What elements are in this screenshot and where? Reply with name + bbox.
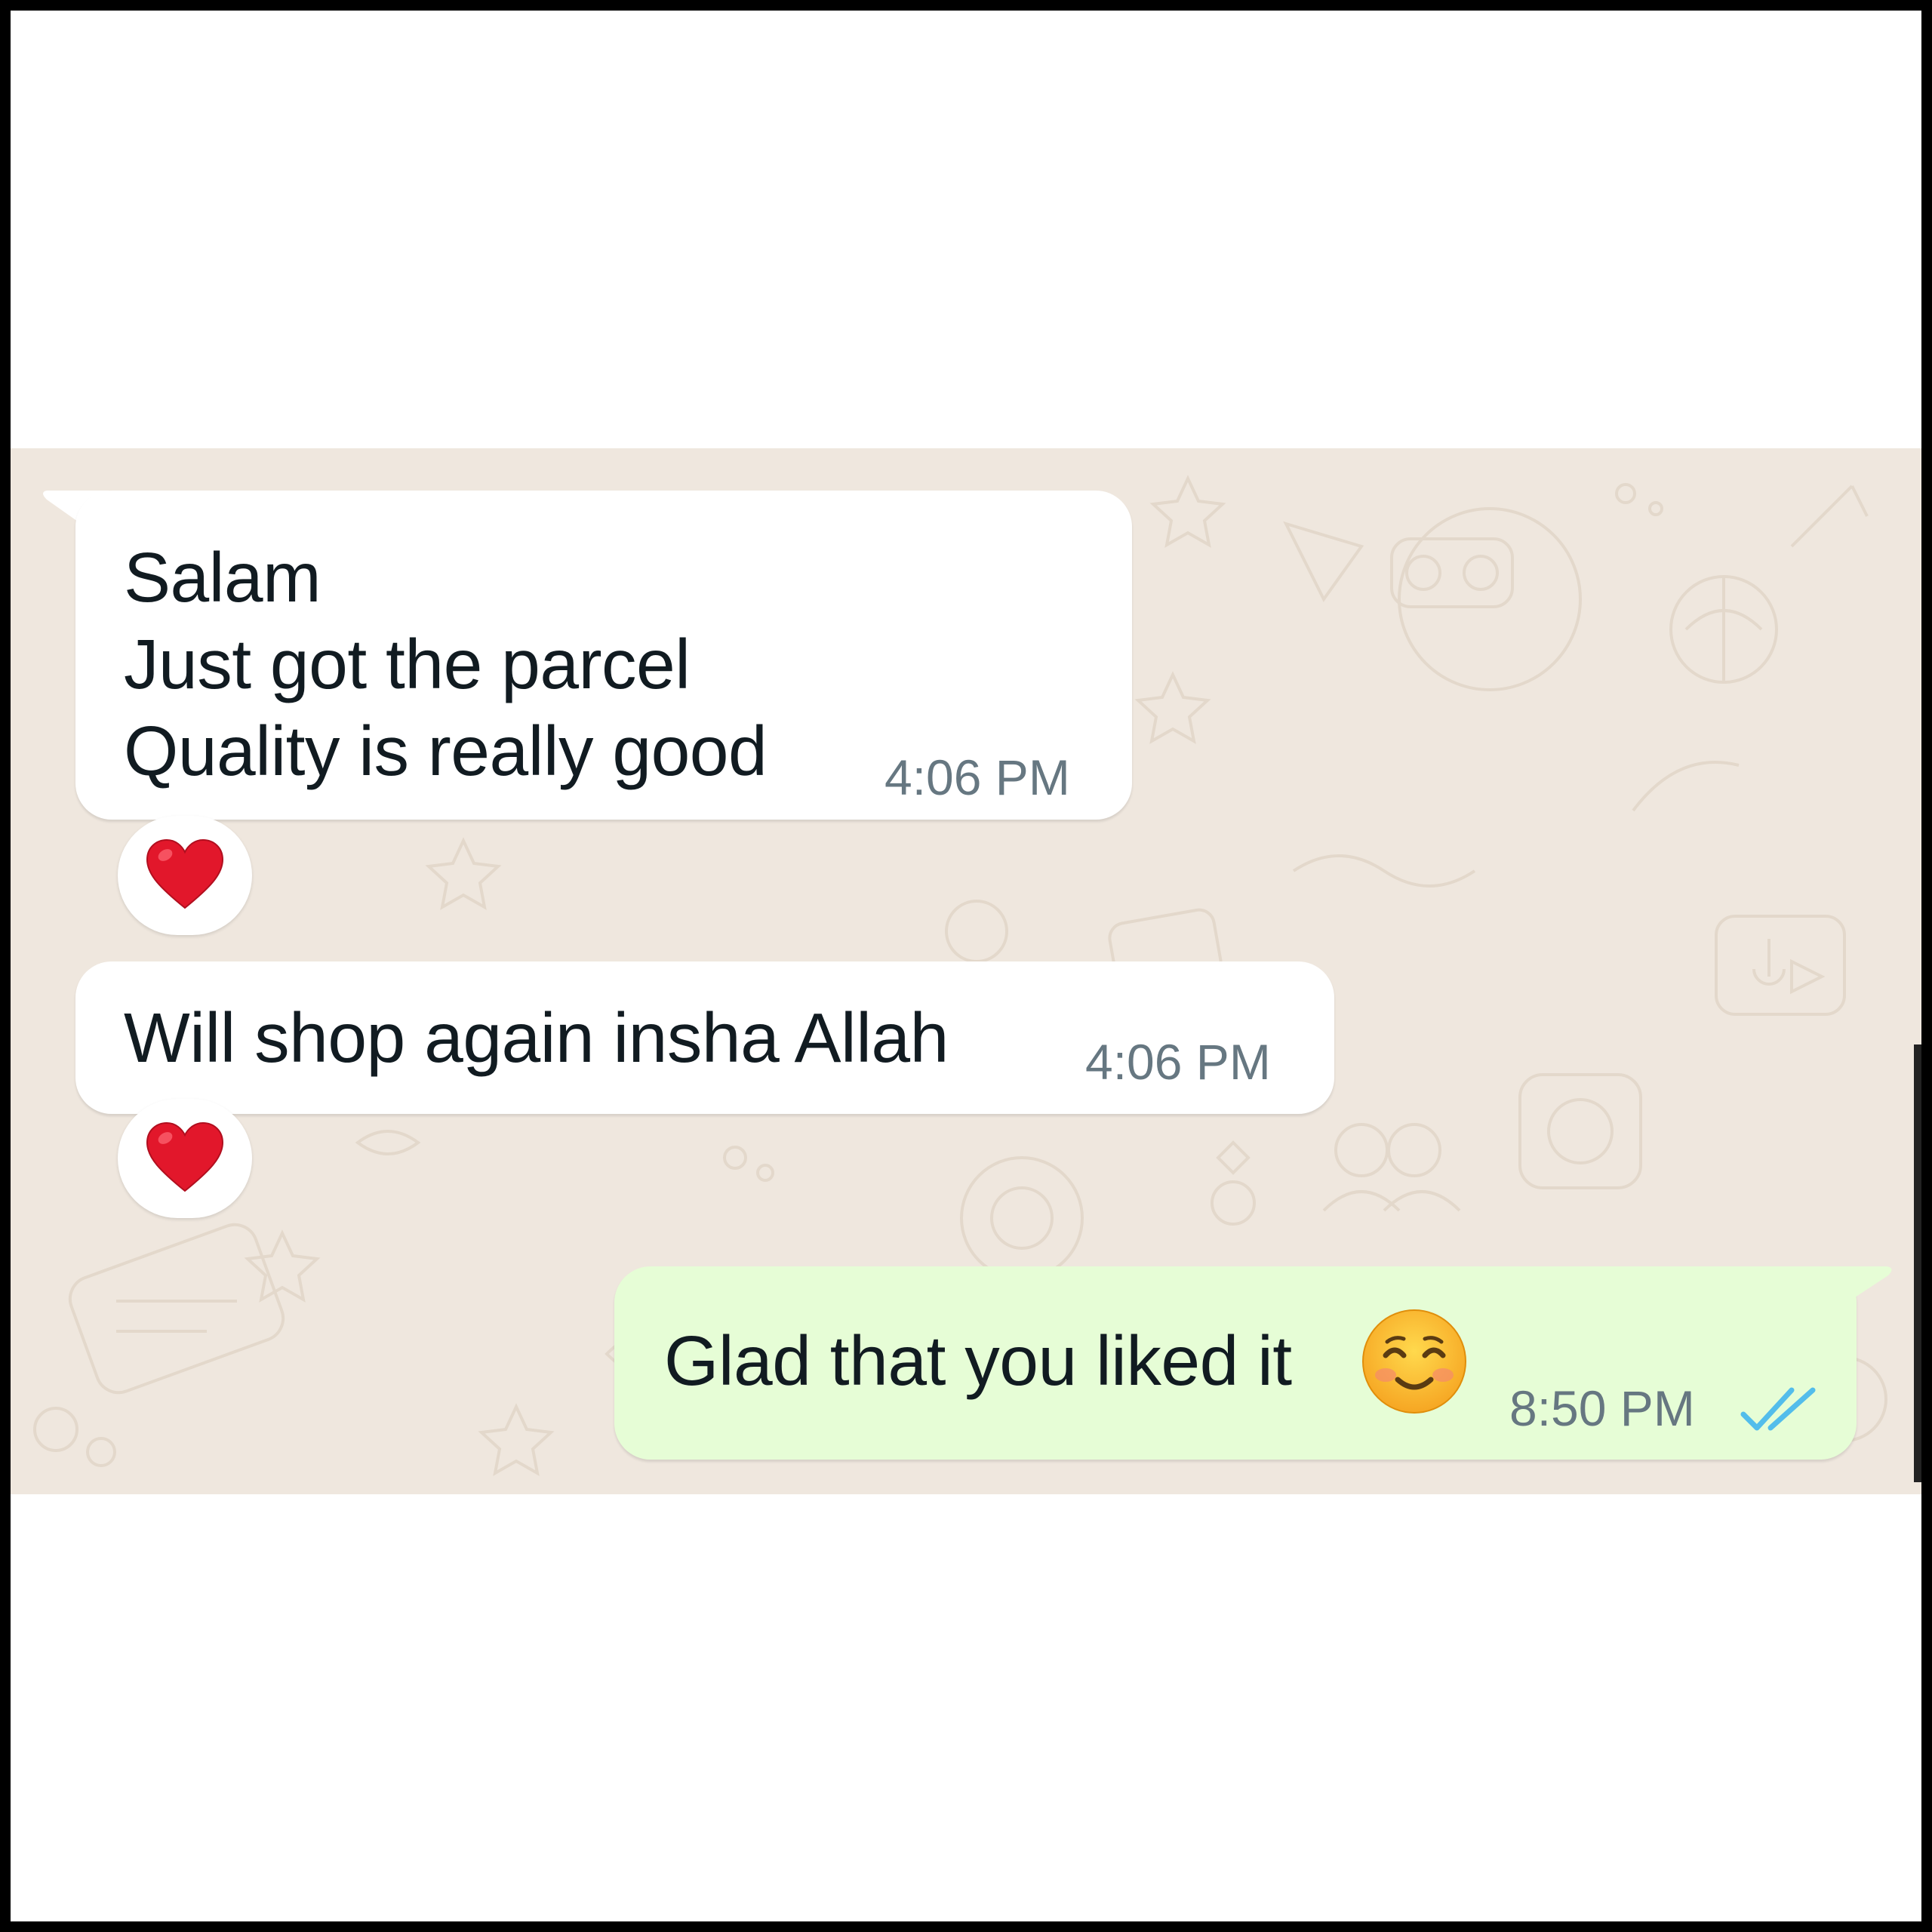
message-text: Will shop again insha Allah (124, 998, 949, 1077)
reaction-badge[interactable] (118, 816, 252, 935)
screenshot-frame: Salam Just got the parcel Quality is rea… (11, 11, 1921, 1921)
red-heart-icon (146, 838, 224, 909)
message-timestamp: 4:06 PM (1085, 1034, 1271, 1090)
double-check-read-icon (1740, 1387, 1816, 1431)
red-heart-icon (146, 1121, 224, 1192)
chat-view[interactable]: Salam Just got the parcel Quality is rea… (11, 448, 1921, 1494)
outgoing-bubble-tail (1822, 1266, 1892, 1319)
message-text: Glad that you liked it (664, 1321, 1292, 1400)
message-text: Salam Just got the parcel Quality is rea… (124, 538, 768, 790)
reaction-badge[interactable] (118, 1099, 252, 1218)
message-timestamp: 4:06 PM (884, 749, 1070, 805)
message-timestamp: 8:50 PM (1509, 1380, 1695, 1436)
scrollbar[interactable] (1914, 1044, 1921, 1482)
smiling-face-with-smiling-eyes-icon (1362, 1309, 1466, 1414)
